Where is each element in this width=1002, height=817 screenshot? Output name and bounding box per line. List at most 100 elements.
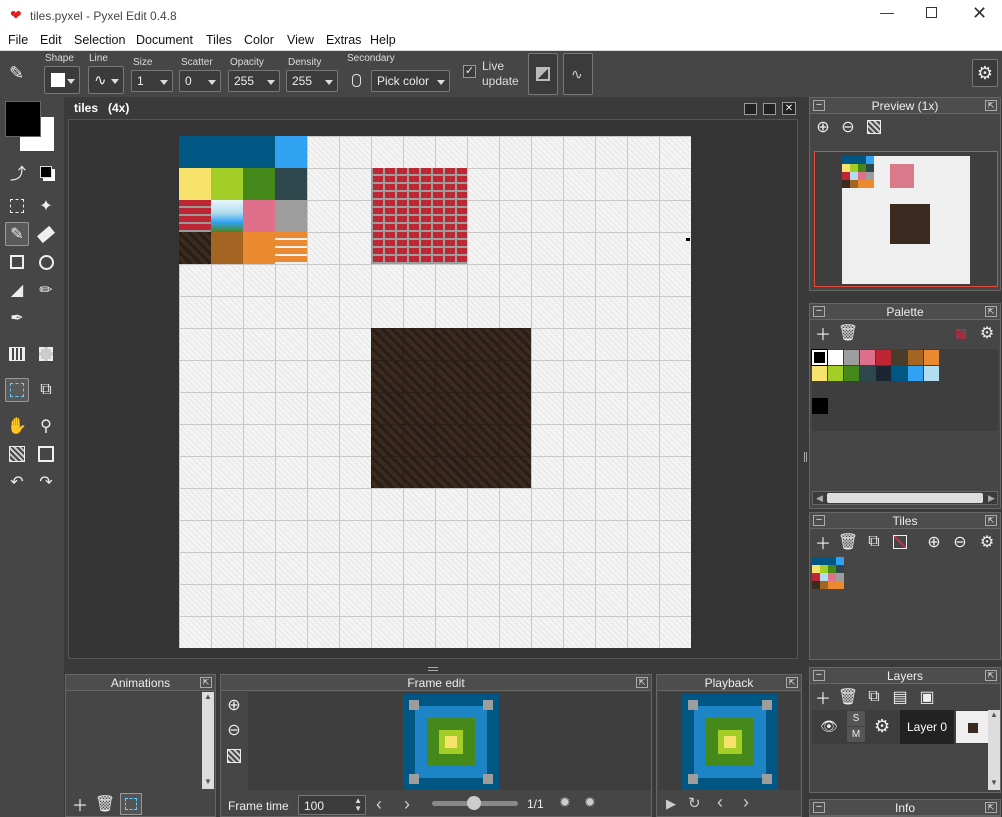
line-selector[interactable]: ∿ xyxy=(88,66,124,94)
transform-icon[interactable] xyxy=(34,342,58,366)
pin-icon[interactable]: ⇱ xyxy=(636,677,648,688)
scroll-down-icon[interactable]: ▼ xyxy=(990,778,998,787)
playback-prev-button[interactable]: ‹ xyxy=(717,792,723,813)
tileset-tile[interactable] xyxy=(828,573,836,581)
collapse-icon[interactable]: – xyxy=(813,306,825,317)
palette-swatch[interactable] xyxy=(828,350,843,365)
animations-list[interactable] xyxy=(67,692,201,789)
settings-button[interactable]: ⚙ xyxy=(972,59,998,87)
pixel-canvas[interactable] xyxy=(179,136,691,648)
palette-swatch[interactable] xyxy=(892,350,907,365)
tileset-tile[interactable] xyxy=(820,565,828,573)
palette-scrollbar[interactable]: ◀ ▶ xyxy=(812,491,998,505)
collapse-icon[interactable]: – xyxy=(813,100,825,111)
palette-swatch[interactable] xyxy=(876,350,891,365)
zoom-out-button[interactable]: ⊖ xyxy=(837,116,859,138)
next-frame-button[interactable]: › xyxy=(404,794,410,815)
menu-edit[interactable]: Edit xyxy=(40,33,62,47)
redo-icon[interactable]: ↷ xyxy=(34,470,58,494)
brush-icon[interactable]: ✏ xyxy=(34,278,58,302)
frame-zoom-in-button[interactable]: ⊕ xyxy=(223,694,245,716)
menu-file[interactable]: File xyxy=(8,33,28,47)
scroll-up-icon[interactable]: ▲ xyxy=(204,692,212,701)
pin-icon[interactable]: ⇱ xyxy=(985,306,997,317)
maximize-button[interactable] xyxy=(926,7,937,18)
tileset-tile[interactable] xyxy=(836,565,844,573)
flatten-layer-button[interactable]: ▣ xyxy=(916,686,938,708)
secondary-color-swatch[interactable] xyxy=(5,101,41,137)
clear-tile-button[interactable] xyxy=(889,531,911,553)
prev-frame-button[interactable]: ‹ xyxy=(376,794,382,815)
zoom-in-button[interactable]: ⊕ xyxy=(812,116,834,138)
tileset-tile[interactable] xyxy=(828,565,836,573)
palette-swatch[interactable] xyxy=(892,366,907,381)
doc-minimize-button[interactable] xyxy=(744,103,757,115)
palette-swatch[interactable] xyxy=(924,366,939,381)
shape-selector[interactable] xyxy=(44,66,80,94)
pin-icon[interactable]: ⇱ xyxy=(985,100,997,111)
palette-swatch[interactable] xyxy=(811,349,828,366)
tileset-tile[interactable] xyxy=(836,557,844,565)
pixel-perfect-button[interactable]: ∿ xyxy=(563,53,593,95)
palette-swatch[interactable] xyxy=(860,366,875,381)
add-animation-button[interactable]: ＋ xyxy=(69,793,91,815)
scroll-down-icon[interactable]: ▼ xyxy=(204,777,212,786)
palette-swatch[interactable] xyxy=(860,350,875,365)
menu-help[interactable]: Help xyxy=(370,33,396,47)
minimize-button[interactable]: — xyxy=(880,4,894,20)
scatter-dropdown[interactable]: 0 xyxy=(179,70,221,92)
palette-swatch[interactable] xyxy=(812,366,827,381)
menu-color[interactable]: Color xyxy=(244,33,274,47)
zoom-icon[interactable]: ⚲ xyxy=(34,414,58,438)
palette-swatch[interactable] xyxy=(828,366,843,381)
layer-settings-icon[interactable]: ⚙ xyxy=(874,716,890,737)
tileset-tile[interactable] xyxy=(828,581,836,589)
palette-settings-button[interactable]: ⚙ xyxy=(976,322,998,344)
tile-select-icon[interactable] xyxy=(5,378,29,402)
scroll-right-icon[interactable]: ▶ xyxy=(988,493,995,504)
doc-close-button[interactable]: ✕ xyxy=(782,102,796,115)
splitter-handle[interactable] xyxy=(804,452,807,462)
tileset-tile[interactable] xyxy=(820,581,828,589)
palette-swatch[interactable] xyxy=(924,350,939,365)
splitter-handle[interactable] xyxy=(428,667,438,671)
menu-tiles[interactable]: Tiles xyxy=(206,33,232,47)
scroll-up-icon[interactable]: ▲ xyxy=(990,710,998,719)
swap-colors-icon[interactable]: ⤴ xyxy=(6,160,30,184)
dither-icon[interactable] xyxy=(5,342,29,366)
onion-next-icon[interactable]: ✹ xyxy=(584,794,596,811)
tileset-tile[interactable] xyxy=(812,573,820,581)
eye-icon[interactable]: 👁 xyxy=(820,718,838,735)
playback-next-button[interactable]: › xyxy=(743,792,749,813)
delete-tile-button[interactable]: 🗑 xyxy=(837,531,859,553)
palette-swatch[interactable] xyxy=(844,366,859,381)
layers-scrollbar[interactable]: ▲ ▼ xyxy=(988,710,1000,790)
tileset-tile[interactable] xyxy=(812,581,820,589)
pin-icon[interactable]: ⇱ xyxy=(200,677,212,688)
palette-swatch[interactable] xyxy=(844,350,859,365)
tileset-tile[interactable] xyxy=(812,557,820,565)
opacity-dropdown[interactable]: 255 xyxy=(228,70,280,92)
layer-mode-button[interactable] xyxy=(528,53,558,95)
density-dropdown[interactable]: 255 xyxy=(286,70,338,92)
add-tile-button[interactable]: ＋ xyxy=(812,531,834,553)
play-button[interactable]: ▶ xyxy=(666,796,676,812)
close-button[interactable]: ✕ xyxy=(972,3,987,24)
tiles-zoom-in-button[interactable]: ⊕ xyxy=(923,531,945,553)
tileset-tile[interactable] xyxy=(828,557,836,565)
tiles-settings-button[interactable]: ⚙ xyxy=(976,531,998,553)
layer-row[interactable]: 👁 S M ⚙ Layer 0 xyxy=(812,710,988,744)
collapse-icon[interactable]: – xyxy=(813,515,825,526)
tile-stamp-icon[interactable]: ⧉ xyxy=(34,378,58,402)
menu-document[interactable]: Document xyxy=(136,33,193,47)
pin-icon[interactable]: ⇱ xyxy=(985,802,997,813)
eyedropper-icon[interactable]: ✒ xyxy=(5,306,29,330)
tileset-tile[interactable] xyxy=(812,565,820,573)
tiles-zoom-out-button[interactable]: ⊖ xyxy=(949,531,971,553)
mute-button[interactable]: M xyxy=(847,727,865,742)
delete-animation-button[interactable]: 🗑 xyxy=(94,793,116,815)
pin-icon[interactable]: ⇱ xyxy=(985,515,997,526)
palette-swatch[interactable] xyxy=(908,366,923,381)
duplicate-layer-button[interactable]: ⧉ xyxy=(863,686,885,708)
undo-icon[interactable]: ↶ xyxy=(5,470,29,494)
